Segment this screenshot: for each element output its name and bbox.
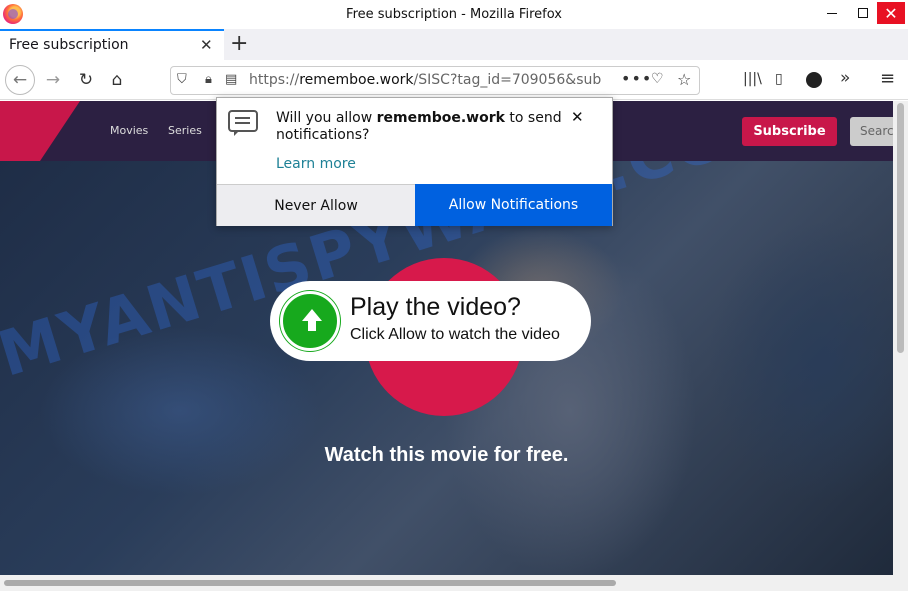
pocket-icon[interactable]: ♡: [651, 71, 664, 87]
new-tab-button[interactable]: +: [230, 31, 248, 56]
up-arrow-icon[interactable]: [280, 291, 340, 351]
vertical-scrollbar[interactable]: [893, 101, 908, 575]
site-logo-slant: [40, 101, 80, 161]
chat-bubble-icon: [228, 110, 258, 136]
site-nav-series[interactable]: Series: [168, 124, 202, 137]
popup-text-pre: Will you allow: [276, 110, 377, 126]
reload-button[interactable]: ↻: [73, 67, 99, 93]
site-search-input[interactable]: Searc: [850, 117, 893, 146]
back-button[interactable]: ←: [5, 65, 35, 95]
maximize-icon: [858, 8, 868, 18]
play-title: Play the video?: [350, 293, 521, 321]
notification-permission-popup: Will you allow rememboe.work to send not…: [216, 97, 613, 226]
url-bar[interactable]: ⛉ 🔒︎ ▤ https://rememboe.work/SISC?tag_id…: [170, 66, 700, 95]
overflow-menu-icon[interactable]: »: [840, 68, 850, 88]
tab-close-icon[interactable]: ✕: [200, 36, 213, 54]
lock-icon[interactable]: 🔒︎: [205, 72, 212, 87]
horizontal-scrollbar[interactable]: [0, 575, 908, 591]
minimize-icon: [827, 12, 837, 14]
popup-domain: rememboe.work: [376, 110, 505, 126]
tracking-shield-icon[interactable]: ⛉: [177, 72, 187, 87]
title-bar: Free subscription - Mozilla Firefox ✕: [0, 0, 908, 29]
learn-more-link[interactable]: Learn more: [276, 156, 356, 172]
popup-close-icon[interactable]: ✕: [571, 108, 584, 126]
never-allow-button[interactable]: Never Allow: [217, 184, 415, 226]
play-subtitle: Click Allow to watch the video: [350, 326, 560, 343]
site-logo-block: [0, 101, 40, 161]
maximize-button[interactable]: [848, 0, 878, 26]
url-domain: rememboe.work: [299, 72, 414, 88]
arrow-head: [302, 309, 322, 321]
window-title: Free subscription - Mozilla Firefox: [346, 7, 562, 22]
hamburger-menu-icon[interactable]: ≡: [880, 68, 895, 89]
url-scheme: https://: [249, 72, 300, 88]
watch-free-text: Watch this movie for free.: [324, 444, 569, 466]
tab-label: Free subscription: [9, 37, 129, 53]
notification-permission-icon[interactable]: ▤: [225, 72, 237, 87]
minimize-button[interactable]: [817, 0, 847, 26]
tab-free-subscription[interactable]: Free subscription ✕: [0, 29, 224, 60]
navigation-toolbar: ← → ↻ ⌂ ⛉ 🔒︎ ▤ https://rememboe.work/SIS…: [0, 60, 908, 100]
library-icon[interactable]: |||\: [743, 71, 762, 87]
close-window-button[interactable]: ✕: [877, 2, 905, 24]
popup-message: Will you allow rememboe.work to send not…: [276, 110, 566, 144]
account-icon[interactable]: [806, 72, 822, 88]
sidebar-icon[interactable]: ▯: [775, 71, 783, 87]
page-actions-icon[interactable]: •••: [621, 69, 652, 88]
play-video-prompt[interactable]: Play the video? Click Allow to watch the…: [270, 281, 591, 361]
vertical-scroll-thumb[interactable]: [897, 103, 904, 353]
url-path: /SISC?tag_id=709056&sub: [413, 72, 602, 88]
forward-button[interactable]: →: [40, 67, 66, 93]
horizontal-scroll-thumb[interactable]: [4, 580, 616, 586]
url-text[interactable]: https://rememboe.work/SISC?tag_id=709056…: [249, 72, 611, 88]
home-button[interactable]: ⌂: [104, 67, 130, 93]
bookmark-star-icon[interactable]: ☆: [677, 70, 691, 89]
arrow-stem: [308, 321, 316, 331]
site-nav-movies[interactable]: Movies: [110, 124, 148, 137]
tab-strip: Free subscription ✕ +: [0, 29, 908, 60]
allow-notifications-button[interactable]: Allow Notifications: [415, 184, 612, 226]
subscribe-button[interactable]: Subscribe: [742, 117, 837, 146]
